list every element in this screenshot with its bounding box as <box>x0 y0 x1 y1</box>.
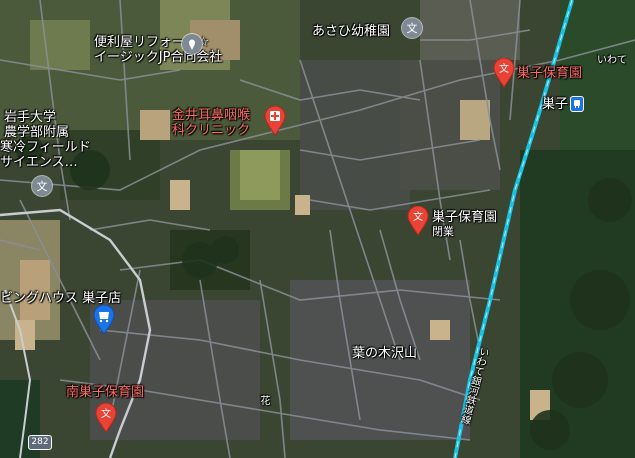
place-label-minami-sugo[interactable]: 南巣子保育園 <box>66 385 144 400</box>
train-icon[interactable] <box>570 96 584 112</box>
place-label-kanai-2[interactable]: 科クリニック <box>172 123 250 138</box>
svg-text:文: 文 <box>499 62 509 75</box>
medical-pin-icon[interactable] <box>264 106 286 136</box>
place-label-iwate-3[interactable]: 寒冷フィールド <box>0 140 91 155</box>
red-pin-icon[interactable]: 文 <box>407 206 429 236</box>
closed-label: 閉業 <box>432 225 454 238</box>
svg-text:文: 文 <box>413 210 423 223</box>
place-label-sugo-hoikuen-top[interactable]: 巣子保育園 <box>517 66 582 81</box>
place-label-asahi[interactable]: あさひ幼稚園 <box>312 24 390 39</box>
place-label-iwate-1[interactable]: 岩手大学 <box>4 110 56 125</box>
shopping-pin-icon[interactable] <box>93 305 115 335</box>
place-label-hanoki[interactable]: 葉の木沢山 <box>352 346 417 361</box>
red-pin-icon[interactable]: 文 <box>95 403 117 433</box>
place-label-sugo-hoikuen-mid[interactable]: 巣子保育園 <box>432 210 497 225</box>
place-label-living-house[interactable]: ビングハウス 巣子店 <box>0 291 121 306</box>
place-label-benriya-2[interactable]: イージックJP合同会社 <box>94 50 222 65</box>
place-label-kanai-1[interactable]: 金井耳鼻咽喉 <box>172 108 250 123</box>
svg-text:文: 文 <box>101 407 111 420</box>
place-label-iwate-4[interactable]: サイエンス… <box>0 155 78 170</box>
route-shield: 282 <box>28 435 52 450</box>
school-icon[interactable]: 文 <box>32 176 52 196</box>
school-icon[interactable]: 文 <box>402 18 422 38</box>
gray-pin-icon[interactable] <box>182 34 202 54</box>
road-label: 花 <box>258 395 269 405</box>
station-label[interactable]: 巣子 <box>542 97 568 112</box>
rail-label: いわて <box>597 55 627 66</box>
red-pin-icon[interactable]: 文 <box>493 58 515 88</box>
place-label-iwate-2[interactable]: 農学部附属 <box>4 125 69 140</box>
